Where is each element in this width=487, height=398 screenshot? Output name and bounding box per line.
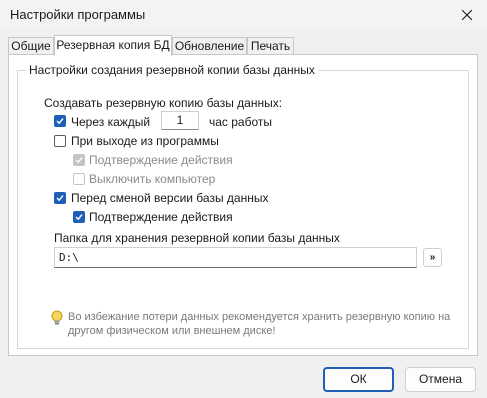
tab-update[interactable]: Обновление [172, 37, 247, 54]
lightbulb-icon [51, 310, 63, 325]
browse-button[interactable]: » [423, 248, 442, 267]
hours-input[interactable]: 1 [161, 111, 199, 130]
folder-label: Папка для хранения резервной копии базы … [54, 231, 340, 245]
close-icon [462, 10, 472, 20]
ok-button[interactable]: ОК [323, 367, 394, 392]
confirm-change-label: Подтверждение действия [89, 210, 233, 224]
every-label: Через каждый [71, 115, 151, 129]
on-exit-checkbox[interactable] [54, 135, 66, 147]
settings-window: Настройки программы Общие Резервная копи… [0, 0, 487, 398]
check-icon [75, 214, 83, 221]
create-backup-label: Создавать резервную копию базы данных: [44, 96, 283, 110]
confirm-exit-label: Подтверждение действия [89, 153, 233, 167]
on-exit-label: При выходе из программы [71, 134, 219, 148]
group-title: Настройки создания резервной копии базы … [26, 63, 318, 77]
backup-hint-text: Во избежание потери данных рекомендуется… [68, 311, 451, 337]
confirm-change-checkbox[interactable] [73, 211, 85, 223]
backup-settings-group: Настройки создания резервной копии базы … [17, 63, 469, 349]
folder-path-input[interactable]: D:\ [54, 247, 417, 268]
check-icon [56, 195, 64, 202]
tab-panel: Настройки создания резервной копии базы … [8, 54, 478, 356]
confirm-exit-checkbox[interactable] [73, 154, 85, 166]
hours-suffix-label: час работы [209, 115, 273, 129]
before-change-label: Перед сменой версии базы данных [71, 191, 269, 205]
tab-print[interactable]: Печать [247, 37, 294, 54]
close-button[interactable] [455, 3, 479, 27]
before-change-checkbox[interactable] [54, 192, 66, 204]
tab-db-backup[interactable]: Резервная копия БД [54, 35, 172, 56]
check-icon [75, 157, 83, 164]
cancel-button[interactable]: Отмена [405, 367, 476, 392]
every-checkbox[interactable] [54, 115, 66, 127]
title-bar: Настройки программы [0, 0, 487, 30]
shutdown-label: Выключить компьютер [89, 172, 216, 186]
shutdown-checkbox[interactable] [73, 173, 85, 185]
tab-general[interactable]: Общие [8, 37, 54, 54]
window-title: Настройки программы [10, 7, 146, 22]
check-icon [56, 118, 64, 125]
